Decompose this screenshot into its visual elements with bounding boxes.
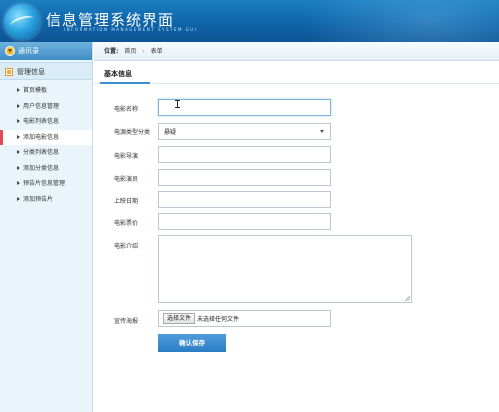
system-subtitle: INFORMATION MANAGEMENT SYSTEM GUI — [64, 27, 198, 32]
release-date-input[interactable] — [158, 191, 331, 208]
intro-textarea[interactable] — [158, 235, 412, 303]
section-divider — [94, 82, 499, 84]
chevron-down-icon — [320, 130, 324, 133]
sidebar-group-manage[interactable]: 管理信息 — [0, 62, 92, 80]
label-intro: 电影介绍 — [114, 243, 139, 250]
sidebar-item-category-list[interactable]: 分类列表信息 — [0, 145, 92, 161]
choose-file-button[interactable]: 选择文件 — [163, 313, 196, 324]
contacts-icon — [5, 46, 15, 56]
sidebar-item-add-movie[interactable]: 添加电影信息 — [0, 129, 92, 145]
sidebar-item-movie-list[interactable]: 电影列表信息 — [0, 114, 92, 130]
header-glow — [300, 0, 499, 42]
label-poster: 宣传海报 — [114, 318, 139, 325]
text-cursor-icon — [175, 100, 180, 108]
sidebar-item-add-trailer[interactable]: 添加预告片 — [0, 192, 92, 208]
section-title: 基本信息 — [104, 70, 132, 78]
sidebar-item-add-category[interactable]: 添加分类信息 — [0, 161, 92, 177]
sidebar-item-trailer-management[interactable]: 预告片信息管理 — [0, 176, 92, 192]
breadcrumb-home[interactable]: 首页 — [124, 48, 136, 55]
label-actors: 电影演员 — [114, 176, 139, 183]
sidebar-item-user-management[interactable]: 用户信息管理 — [0, 99, 92, 115]
poster-file-input[interactable]: 选择文件 未选择任何文件 — [158, 310, 331, 327]
ticket-price-input[interactable] — [158, 213, 331, 230]
app-header: 信息管理系统界面 INFORMATION MANAGEMENT SYSTEM G… — [0, 0, 499, 42]
label-movie-name: 电影名称 — [114, 106, 139, 113]
save-button[interactable]: 确认保存 — [158, 334, 226, 352]
sidebar-group-label: 管理信息 — [17, 68, 45, 76]
sidebar-item-home-template[interactable]: 首页模板 — [0, 83, 92, 99]
label-director: 电影导演 — [114, 153, 139, 160]
label-category: 电源类型分类 — [114, 129, 151, 136]
sidebar-header-contacts[interactable]: 通讯录 — [0, 42, 92, 60]
breadcrumb-separator-icon: › — [142, 48, 145, 55]
label-ticket-price: 电影票价 — [114, 220, 139, 227]
category-select[interactable]: 悬疑 — [158, 123, 331, 140]
actors-input[interactable] — [158, 169, 331, 186]
label-release-date: 上映日期 — [114, 198, 139, 205]
main-content: 基本信息 电影名称 电源类型分类 悬疑 电影导演 电影演员 上映日期 电影票价 … — [94, 61, 499, 412]
sidebar: 通讯录 管理信息 首页模板 用户信息管理 电影列表信息 添加电影信息 分类列表信… — [0, 42, 93, 412]
breadcrumb-prefix: 位置: — [104, 48, 119, 55]
breadcrumb-current: 表单 — [150, 48, 163, 55]
sidebar-menu: 首页模板 用户信息管理 电影列表信息 添加电影信息 分类列表信息 添加分类信息 … — [0, 83, 92, 207]
breadcrumb: 位置: 首页 › 表单 — [94, 42, 499, 61]
sidebar-header-label: 通讯录 — [18, 47, 39, 55]
globe-logo-icon — [4, 4, 40, 40]
category-selected-value: 悬疑 — [164, 129, 177, 136]
director-input[interactable] — [158, 146, 331, 163]
movie-name-input[interactable] — [158, 99, 331, 116]
folder-icon — [5, 68, 13, 76]
file-status-text: 未选择任何文件 — [197, 316, 240, 323]
